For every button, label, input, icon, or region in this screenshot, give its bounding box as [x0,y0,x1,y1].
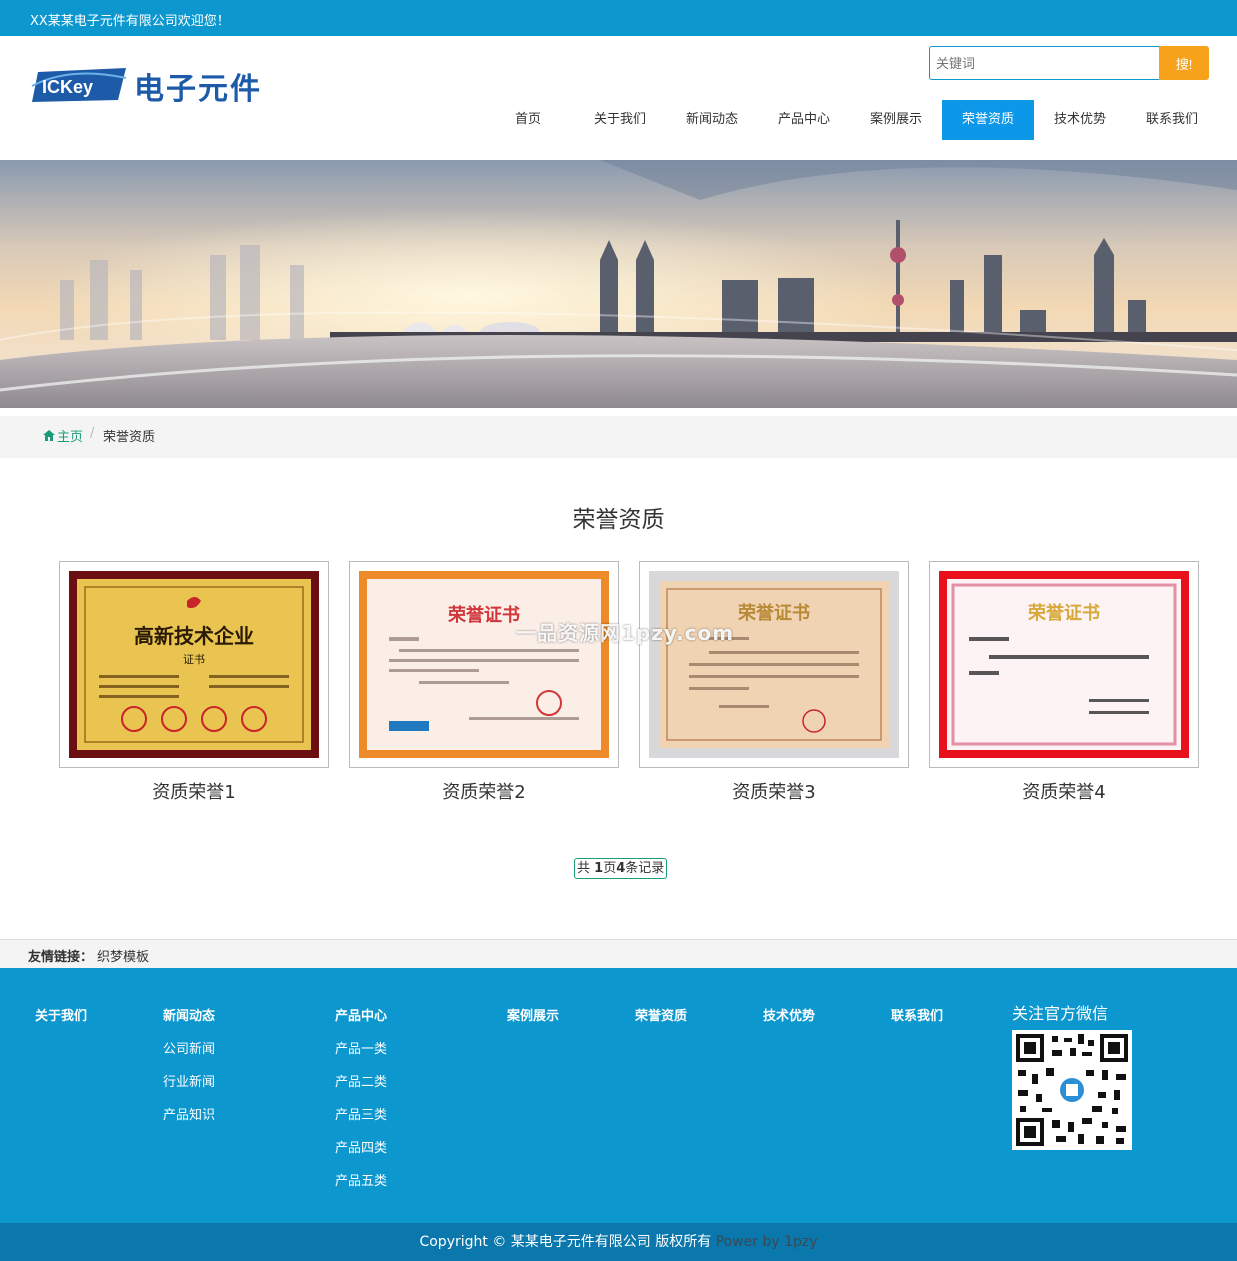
footer-link[interactable]: 产品三类 [335,1104,387,1123]
top-bar: XX某某电子元件有限公司欢迎您！ [0,0,1237,36]
cert-1-heading: 高新技术企业 [134,624,254,648]
footer: 关于我们 新闻动态 公司新闻 行业新闻 产品知识 产品中心 产品一类 产品二类 … [0,968,1237,1223]
copyright-bar: Copyright © 某某电子元件有限公司 版权所有 Power by 1pz… [0,1223,1237,1261]
pagination-info: 共 1页4条记录 [574,858,668,879]
certificate-card[interactable]: 荣誉证书 资质荣誉3 [639,561,909,804]
home-icon [43,430,55,441]
certificate-caption[interactable]: 资质荣誉2 [349,778,619,804]
certificate-caption[interactable]: 资质荣誉1 [59,778,329,804]
certificate-image-2[interactable]: 荣誉证书 [349,561,619,768]
friend-link-item[interactable]: 织梦模板 [97,946,149,965]
certificate-card[interactable]: 高新技术企业 证书 资质荣誉1 [59,561,329,804]
banner-image [0,160,1237,408]
search-button[interactable]: 搜! [1159,46,1209,80]
nav-news[interactable]: 新闻动态 [666,100,758,140]
site-logo[interactable]: ICKey 电子元件 [30,62,270,107]
footer-link[interactable]: 产品二类 [335,1071,387,1090]
footer-heading[interactable]: 新闻动态 [163,1005,215,1024]
footer-link[interactable]: 产品四类 [335,1137,387,1156]
certificate-caption[interactable]: 资质荣誉3 [639,778,909,804]
copyright-text: Copyright © 某某电子元件有限公司 版权所有 [419,1234,712,1250]
search-box: 搜! [929,46,1209,80]
breadcrumb-home[interactable]: 主页 [43,426,83,445]
footer-column-honors: 荣誉资质 [635,1005,687,1024]
nav-honors[interactable]: 荣誉资质 [942,100,1034,140]
nav-tech[interactable]: 技术优势 [1034,100,1126,140]
footer-heading[interactable]: 荣誉资质 [635,1005,687,1024]
footer-link[interactable]: 行业新闻 [163,1071,215,1090]
logo-badge-text: ICKey [42,77,93,97]
welcome-text: XX某某电子元件有限公司欢迎您！ [30,14,230,29]
certificate-image-4[interactable]: 荣誉证书 [929,561,1199,768]
search-input[interactable] [929,46,1159,80]
certificate-caption[interactable]: 资质荣誉4 [929,778,1199,804]
footer-column-contact: 联系我们 [891,1005,943,1024]
footer-column-cases: 案例展示 [507,1005,559,1024]
certificate-image-1[interactable]: 高新技术企业 证书 [59,561,329,768]
certificate-card[interactable]: 荣誉证书 资质荣誉2 [349,561,619,804]
footer-heading[interactable]: 产品中心 [335,1005,387,1024]
footer-column-tech: 技术优势 [763,1005,815,1024]
nav-products[interactable]: 产品中心 [758,100,850,140]
breadcrumb-current: 荣誉资质 [103,430,156,445]
wechat-qr-code [1012,1030,1132,1150]
nav-cases[interactable]: 案例展示 [850,100,942,140]
cert-1-sub: 证书 [183,653,205,666]
nav-home[interactable]: 首页 [482,100,574,140]
footer-link[interactable]: 产品知识 [163,1104,215,1123]
breadcrumb-home-label: 主页 [57,430,84,445]
footer-column-news: 新闻动态 公司新闻 行业新闻 产品知识 [163,1005,215,1123]
cert-2-heading: 荣誉证书 [447,604,520,626]
page-title: 荣誉资质 [572,507,665,533]
logo-name: 电子元件 [134,72,262,107]
watermark-text: 一品资源网1pzy.com [516,621,735,645]
certificate-image-3[interactable]: 荣誉证书 [639,561,909,768]
footer-link[interactable]: 产品一类 [335,1038,387,1057]
pager-mid: 页 [603,861,617,876]
certificate-card[interactable]: 荣誉证书 资质荣誉4 [929,561,1199,804]
pager-pages: 1 [594,861,604,876]
wechat-title: 关注官方微信 [1012,1004,1109,1023]
pager-count: 4 [616,861,626,876]
breadcrumb: 主页 / 荣誉资质 [0,416,1237,458]
footer-heading[interactable]: 技术优势 [763,1005,815,1024]
friend-links: 友情链接： 织梦模板 [0,939,1237,968]
power-by-link[interactable]: Power by 1pzy [716,1234,818,1250]
logo-badge-icon: ICKey [31,68,127,102]
footer-heading[interactable]: 联系我们 [891,1005,943,1024]
footer-heading[interactable]: 关于我们 [35,1005,87,1024]
cert-4-heading: 荣誉证书 [1027,602,1100,624]
main-nav: 首页 关于我们 新闻动态 产品中心 案例展示 荣誉资质 技术优势 联系我们 [482,100,1218,140]
header: ICKey 电子元件 搜! 首页 关于我们 新闻动态 产品中心 案例展示 荣誉资… [0,36,1237,160]
friend-links-label: 友情链接： [28,950,94,965]
cert-3-heading: 荣誉证书 [737,602,810,624]
nav-contact[interactable]: 联系我们 [1126,100,1218,140]
pager-prefix: 共 [577,861,595,876]
footer-column-about: 关于我们 [35,1005,87,1024]
nav-about[interactable]: 关于我们 [574,100,666,140]
footer-heading[interactable]: 案例展示 [507,1005,559,1024]
breadcrumb-separator: / [90,426,95,441]
pager-suffix: 条记录 [625,861,665,876]
footer-link[interactable]: 公司新闻 [163,1038,215,1057]
footer-column-products: 产品中心 产品一类 产品二类 产品三类 产品四类 产品五类 [335,1005,387,1189]
footer-link[interactable]: 产品五类 [335,1170,387,1189]
